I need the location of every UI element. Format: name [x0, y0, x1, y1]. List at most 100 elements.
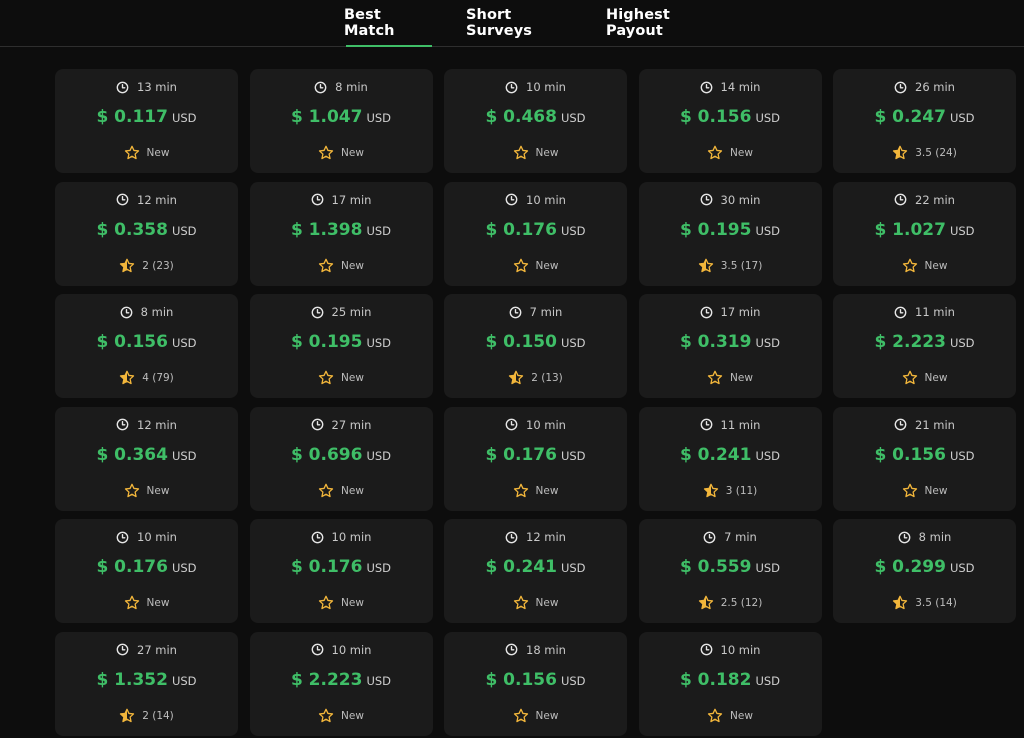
- survey-card[interactable]: 10 min $ 0.176 USD New: [249, 519, 433, 623]
- payout-currency: USD: [366, 448, 392, 463]
- clock-icon: [898, 531, 911, 543]
- empty-star-icon: [707, 708, 723, 722]
- rating-text: New: [146, 597, 170, 609]
- survey-rating: New: [444, 482, 627, 500]
- half-star-icon: [120, 370, 135, 385]
- clock-icon: [311, 531, 323, 543]
- empty-star-icon: [902, 370, 917, 385]
- payout-amount: $ 0.156: [679, 107, 752, 127]
- tab-best-match[interactable]: Best Match: [344, 0, 434, 47]
- payout-amount: $ 0.176: [290, 557, 363, 577]
- duration-text: 13 min: [137, 80, 177, 94]
- clock-icon: [311, 418, 323, 431]
- survey-card[interactable]: 18 min $ 0.156 USD New: [444, 631, 627, 736]
- survey-payout: $ 1.027 USD: [833, 220, 1016, 244]
- duration-text: 21 min: [915, 417, 955, 432]
- survey-payout: $ 0.241 USD: [444, 557, 627, 581]
- survey-card[interactable]: 8 min $ 0.299 USD 3.5 (14): [833, 519, 1016, 623]
- survey-card[interactable]: 11 min $ 0.241 USD 3 (11): [638, 406, 822, 511]
- survey-rating: New: [250, 369, 433, 387]
- payout-currency: USD: [171, 673, 197, 688]
- survey-payout: $ 0.241 USD: [639, 445, 822, 469]
- survey-duration: 10 min: [444, 417, 627, 433]
- survey-card[interactable]: 22 min $ 1.027 USD New: [833, 181, 1016, 286]
- payout-currency: USD: [171, 336, 197, 350]
- survey-card[interactable]: 10 min $ 0.176 USD New: [444, 406, 627, 511]
- payout-amount: $ 0.247: [874, 107, 946, 127]
- survey-duration: 10 min: [55, 529, 238, 545]
- survey-payout: $ 0.156 USD: [833, 445, 1016, 469]
- survey-card[interactable]: 27 min $ 0.696 USD New: [249, 406, 433, 511]
- survey-duration: 30 min: [639, 192, 822, 208]
- survey-card[interactable]: 13 min $ 0.117 USD New: [55, 69, 238, 173]
- empty-star-icon: [902, 483, 917, 497]
- survey-card[interactable]: 26 min $ 0.247 USD 3.5 (24): [833, 69, 1016, 173]
- survey-card[interactable]: 12 min $ 0.358 USD 2 (23): [55, 181, 238, 286]
- payout-currency: USD: [560, 673, 586, 688]
- survey-card[interactable]: 17 min $ 1.398 USD New: [249, 181, 433, 286]
- payout-currency: USD: [366, 673, 392, 688]
- survey-rating: New: [250, 594, 433, 612]
- duration-text: 17 min: [720, 305, 761, 319]
- empty-star-icon: [318, 370, 334, 385]
- survey-payout: $ 0.176 USD: [444, 445, 627, 469]
- tab-short-surveys[interactable]: Short Surveys: [466, 0, 576, 46]
- rating-text: New: [341, 709, 364, 722]
- duration-text: 30 min: [720, 192, 761, 207]
- duration-text: 12 min: [526, 530, 566, 544]
- payout-amount: $ 0.182: [679, 669, 752, 690]
- survey-card[interactable]: 10 min $ 0.176 USD New: [444, 181, 627, 286]
- survey-duration: 17 min: [639, 304, 822, 320]
- survey-card[interactable]: 12 min $ 0.241 USD New: [444, 519, 627, 623]
- payout-currency: USD: [171, 223, 197, 238]
- survey-card[interactable]: 12 min $ 0.364 USD New: [55, 406, 238, 511]
- survey-rating: 4 (79): [55, 369, 238, 387]
- survey-card[interactable]: 8 min $ 1.047 USD New: [249, 69, 433, 173]
- empty-star-icon: [318, 595, 334, 610]
- payout-amount: $ 1.047: [290, 107, 363, 127]
- duration-text: 17 min: [331, 192, 372, 207]
- payout-currency: USD: [755, 448, 781, 463]
- empty-star-icon: [513, 595, 528, 610]
- survey-card[interactable]: 8 min $ 0.156 USD 4 (79): [55, 294, 238, 398]
- survey-card[interactable]: 17 min $ 0.319 USD New: [638, 294, 822, 398]
- tab-highest-payout[interactable]: Highest Payout: [606, 0, 728, 46]
- survey-card[interactable]: 14 min $ 0.156 USD New: [638, 69, 822, 173]
- survey-card[interactable]: 25 min $ 0.195 USD New: [249, 294, 433, 398]
- survey-rating: New: [833, 257, 1016, 275]
- survey-duration: 14 min: [639, 79, 822, 95]
- survey-payout: $ 0.559 USD: [639, 557, 822, 581]
- half-star-icon: [893, 595, 908, 610]
- empty-star-icon: [902, 258, 917, 272]
- survey-card[interactable]: 10 min $ 0.176 USD New: [55, 519, 238, 623]
- survey-card[interactable]: 27 min $ 1.352 USD 2 (14): [55, 631, 238, 736]
- payout-amount: $ 2.223: [290, 669, 363, 690]
- survey-card[interactable]: 7 min $ 0.559 USD 2.5 (12): [638, 519, 822, 623]
- survey-duration: 8 min: [250, 79, 433, 95]
- survey-card[interactable]: 10 min $ 0.182 USD New: [638, 631, 822, 736]
- half-star-icon: [698, 258, 713, 272]
- survey-payout: $ 0.468 USD: [444, 107, 627, 131]
- rating-text: 3 (11): [725, 484, 758, 497]
- survey-rating: New: [55, 482, 238, 500]
- payout-currency: USD: [560, 223, 586, 238]
- survey-rating: New: [250, 144, 433, 162]
- survey-card[interactable]: 10 min $ 2.223 USD New: [249, 631, 433, 736]
- rating-text: New: [341, 259, 364, 272]
- survey-card[interactable]: 11 min $ 2.223 USD New: [833, 294, 1016, 398]
- clock-icon: [314, 81, 327, 93]
- empty-star-icon: [318, 483, 334, 497]
- survey-rating: New: [55, 144, 238, 162]
- rating-text: New: [341, 484, 364, 497]
- duration-text: 14 min: [720, 80, 761, 94]
- rating-text: 2 (23): [142, 259, 174, 272]
- survey-card[interactable]: 21 min $ 0.156 USD New: [833, 406, 1016, 511]
- clock-icon: [116, 531, 129, 543]
- survey-card[interactable]: 30 min $ 0.195 USD 3.5 (17): [638, 181, 822, 286]
- survey-payout: $ 0.156 USD: [55, 332, 238, 356]
- survey-rating: New: [639, 707, 822, 725]
- survey-duration: 27 min: [55, 642, 238, 658]
- survey-card[interactable]: 10 min $ 0.468 USD New: [444, 69, 627, 173]
- duration-text: 7 min: [724, 530, 757, 544]
- survey-card[interactable]: 7 min $ 0.150 USD 2 (13): [444, 294, 627, 398]
